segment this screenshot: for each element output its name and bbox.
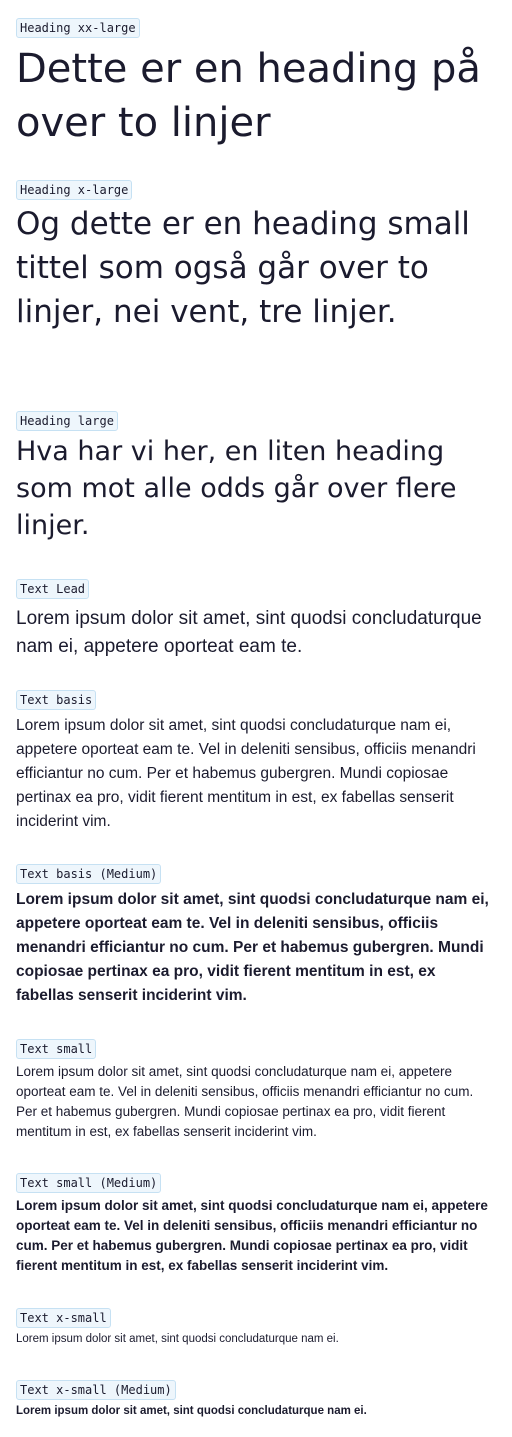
sample-text-small: Text small Lorem ipsum dolor sit amet, s… (16, 1039, 496, 1142)
sample-heading-xx-large: Heading xx-large Dette er en heading på … (16, 18, 496, 150)
sample-heading-large: Heading large Hva har vi her, en liten h… (16, 411, 496, 544)
style-tag: Text small (16, 1039, 97, 1059)
text-small: Lorem ipsum dolor sit amet, sint quodsi … (16, 1064, 474, 1139)
text-x-small: Lorem ipsum dolor sit amet, sint quodsi … (16, 1333, 339, 1345)
sample-text-x-small-medium: Text x-small (Medium) Lorem ipsum dolor … (16, 1380, 496, 1419)
style-tag: Text Lead (16, 579, 90, 599)
text-lead: Lorem ipsum dolor sit amet, sint quodsi … (16, 608, 482, 657)
style-tag: Text basis (16, 690, 97, 710)
text-basis: Lorem ipsum dolor sit amet, sint quodsi … (16, 717, 476, 830)
style-tag: Heading x-large (16, 180, 133, 200)
sample-text-basis-medium: Text basis (Medium) Lorem ipsum dolor si… (16, 864, 496, 1008)
text-basis-medium: Lorem ipsum dolor sit amet, sint quodsi … (16, 891, 489, 1004)
style-tag: Text small (Medium) (16, 1173, 162, 1193)
sample-text-lead: Text Lead Lorem ipsum dolor sit amet, si… (16, 579, 496, 661)
style-tag: Text x-small (16, 1308, 111, 1328)
style-tag: Text x-small (Medium) (16, 1380, 176, 1400)
sample-text-basis: Text basis Lorem ipsum dolor sit amet, s… (16, 690, 496, 834)
heading-large: Hva har vi her, en liten heading som mot… (16, 436, 457, 541)
sample-heading-x-large: Heading x-large Og dette er en heading s… (16, 180, 496, 334)
text-small-medium: Lorem ipsum dolor sit amet, sint quodsi … (16, 1198, 488, 1273)
style-tag: Text basis (Medium) (16, 864, 162, 884)
heading-x-large: Og dette er en heading small tittel som … (16, 206, 470, 330)
text-x-small-medium: Lorem ipsum dolor sit amet, sint quodsi … (16, 1405, 367, 1417)
heading-xx-large: Dette er en heading på over to linjer (16, 46, 481, 146)
sample-text-small-medium: Text small (Medium) Lorem ipsum dolor si… (16, 1173, 496, 1276)
sample-text-x-small: Text x-small Lorem ipsum dolor sit amet,… (16, 1308, 496, 1347)
style-tag: Heading large (16, 411, 118, 431)
style-tag: Heading xx-large (16, 18, 140, 38)
